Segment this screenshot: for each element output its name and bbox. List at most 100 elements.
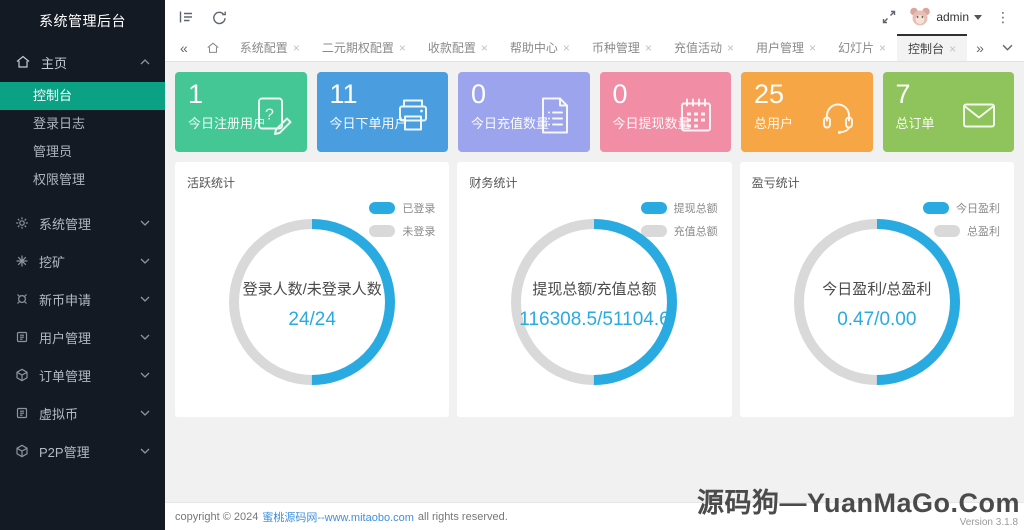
- stat-card-total-users[interactable]: 25 总用户: [741, 72, 873, 152]
- close-icon[interactable]: ×: [645, 41, 652, 55]
- stat-card-today-withdraw[interactable]: 0 今日提现数量: [599, 72, 731, 152]
- sidebar-item-permissions[interactable]: 权限管理: [0, 166, 165, 194]
- sidebar-item-user-mgmt[interactable]: 用户管理: [0, 318, 165, 356]
- tabs-scroll-right-icon[interactable]: »: [967, 34, 993, 61]
- sidebar-item-mining[interactable]: 挖矿: [0, 242, 165, 280]
- fullscreen-icon[interactable]: [881, 9, 897, 25]
- tab-label: 用户管理: [755, 41, 804, 55]
- chevron-down-icon: [140, 448, 150, 454]
- sidebar-groups: 系统管理 挖矿 新币申请 用户管理 订单管理 虚拟币 P2P管理: [0, 204, 165, 470]
- sidebar-item-order-mgmt[interactable]: 订单管理: [0, 356, 165, 394]
- topbar: admin ⋮: [165, 0, 1024, 34]
- sidebar: 系统管理后台 主页 控制台 登录日志 管理员 权限管理 系统管理 挖矿 新币申请…: [0, 0, 165, 530]
- headset-icon: [822, 103, 853, 134]
- legend-label[interactable]: 未登录: [402, 223, 435, 239]
- tab-item[interactable]: 幻灯片 ×: [827, 34, 897, 61]
- donut-center: 登录人数/未登录人数 24/24: [227, 217, 397, 392]
- stat-card-total-orders[interactable]: 7 总订单: [882, 72, 1014, 152]
- legend-swatch[interactable]: [923, 202, 949, 214]
- footer-link[interactable]: 蜜桃源码网--www.mitaobo.com: [262, 509, 414, 525]
- sidebar-item-p2p-mgmt[interactable]: P2P管理: [0, 432, 165, 470]
- copyright-text: copyright © 2024: [175, 510, 259, 523]
- tab-item[interactable]: 充值活动 ×: [663, 34, 745, 61]
- tab-item[interactable]: 二元期权配置 ×: [311, 34, 417, 61]
- sidebar-item-virtual-coin[interactable]: 虚拟币: [0, 394, 165, 432]
- legend-label[interactable]: 提现总额: [674, 200, 718, 216]
- chart-title: 盈亏统计: [751, 176, 800, 190]
- tab-item[interactable]: 收款配置 ×: [417, 34, 499, 61]
- tab-item[interactable]: 币种管理 ×: [581, 34, 663, 61]
- tab-item[interactable]: 系统配置 ×: [229, 34, 311, 61]
- legend-label[interactable]: 今日盈利: [956, 200, 1000, 216]
- stat-card-today-orders[interactable]: 11 今日下单用户: [316, 72, 448, 152]
- sidebar-item-label: 登录日志: [33, 116, 86, 131]
- tab-label: 幻灯片: [838, 41, 875, 55]
- main-area: admin ⋮ « 系统配置 × 二元期权配置 × 收款配置 × 帮助中心 × 币种管理…: [165, 0, 1024, 530]
- tab-label: 帮助中心: [509, 41, 558, 55]
- close-icon[interactable]: ×: [481, 41, 488, 55]
- refresh-icon[interactable]: [211, 9, 228, 26]
- chevron-down-icon: [140, 296, 150, 302]
- close-icon[interactable]: ×: [293, 41, 300, 55]
- collapse-sidebar-icon[interactable]: [177, 8, 195, 26]
- sidebar-item-label: 主页: [41, 55, 68, 71]
- close-icon[interactable]: ×: [879, 41, 886, 55]
- avatar: [909, 5, 931, 30]
- stat-card-today-register[interactable]: 1 今日注册用户 ?: [175, 72, 307, 152]
- tabs-menu-icon[interactable]: [993, 34, 1022, 61]
- sidebar-item-label: 订单管理: [39, 368, 92, 384]
- close-icon[interactable]: ×: [563, 41, 570, 55]
- tab-label: 二元期权配置: [321, 41, 394, 55]
- chevron-down-icon: [140, 220, 150, 226]
- donut-value: 116308.5/51104.6: [519, 309, 670, 330]
- chevron-down-icon: [140, 258, 150, 264]
- tabs-scroll-left-icon[interactable]: «: [171, 34, 197, 61]
- legend-swatch[interactable]: [640, 202, 667, 214]
- chart-title: 活跃统计: [187, 176, 236, 190]
- sidebar-item-system-mgmt[interactable]: 系统管理: [0, 204, 165, 242]
- sidebar-item-label: 系统管理: [39, 216, 92, 232]
- sidebar-submenu: 控制台 登录日志 管理员 权限管理: [0, 82, 165, 194]
- user-menu[interactable]: admin: [909, 5, 982, 30]
- donut-label: 今日盈利/总盈利: [822, 281, 932, 298]
- register-doc-icon: ?: [257, 97, 291, 136]
- users-box-icon: [15, 330, 29, 344]
- sidebar-item-label: 权限管理: [33, 172, 86, 187]
- home-tab-icon[interactable]: [197, 34, 229, 61]
- close-icon[interactable]: ×: [949, 42, 956, 56]
- legend-swatch[interactable]: [369, 202, 396, 214]
- sidebar-item-new-coin[interactable]: 新币申请: [0, 280, 165, 318]
- chart-card-active-stats: 活跃统计 已登录 未登录 登录人数/未登录人数 24/24: [175, 162, 450, 417]
- recharge-list-icon: [541, 97, 568, 134]
- legend-label[interactable]: 总盈利: [967, 223, 1000, 239]
- sidebar-item-label: 控制台: [33, 88, 73, 103]
- tab-item[interactable]: 帮助中心 ×: [499, 34, 581, 61]
- donut-center: 提现总额/充值总额 116308.5/51104.6: [509, 217, 679, 392]
- sidebar-item-login-log[interactable]: 登录日志: [0, 110, 165, 138]
- close-icon[interactable]: ×: [809, 41, 816, 55]
- sidebar-item-label: P2P管理: [39, 444, 90, 460]
- close-icon[interactable]: ×: [727, 41, 734, 55]
- tabbar: « 系统配置 × 二元期权配置 × 收款配置 × 帮助中心 × 币种管理 × 充值活动 × …: [165, 34, 1024, 62]
- new-coin-icon: [15, 292, 29, 306]
- printer-icon: [399, 99, 427, 131]
- chevron-down-icon: [140, 410, 150, 416]
- stat-card-today-recharge[interactable]: 0 今日充值数量: [458, 72, 590, 152]
- legend-label[interactable]: 充值总额: [674, 223, 718, 239]
- legend-label[interactable]: 已登录: [402, 200, 435, 216]
- admin-dashboard: 系统管理后台 主页 控制台 登录日志 管理员 权限管理 系统管理 挖矿 新币申请…: [0, 0, 1024, 530]
- sidebar-item-console[interactable]: 控制台: [0, 82, 165, 110]
- tab-item-active[interactable]: 控制台 ×: [897, 34, 968, 61]
- donut-label: 提现总额/充值总额: [532, 281, 657, 298]
- donut-chart: 提现总额/充值总额 116308.5/51104.6: [509, 217, 679, 392]
- close-icon[interactable]: ×: [399, 41, 406, 55]
- username: admin: [936, 10, 969, 24]
- chevron-down-icon: [140, 372, 150, 378]
- order-hexagon-icon: [15, 368, 29, 382]
- more-options-icon[interactable]: ⋮: [994, 9, 1012, 26]
- tab-label: 系统配置: [239, 41, 288, 55]
- sidebar-item-home[interactable]: 主页: [0, 42, 165, 82]
- chevron-up-icon: [140, 59, 150, 65]
- sidebar-item-admins[interactable]: 管理员: [0, 138, 165, 166]
- tab-item[interactable]: 用户管理 ×: [745, 34, 827, 61]
